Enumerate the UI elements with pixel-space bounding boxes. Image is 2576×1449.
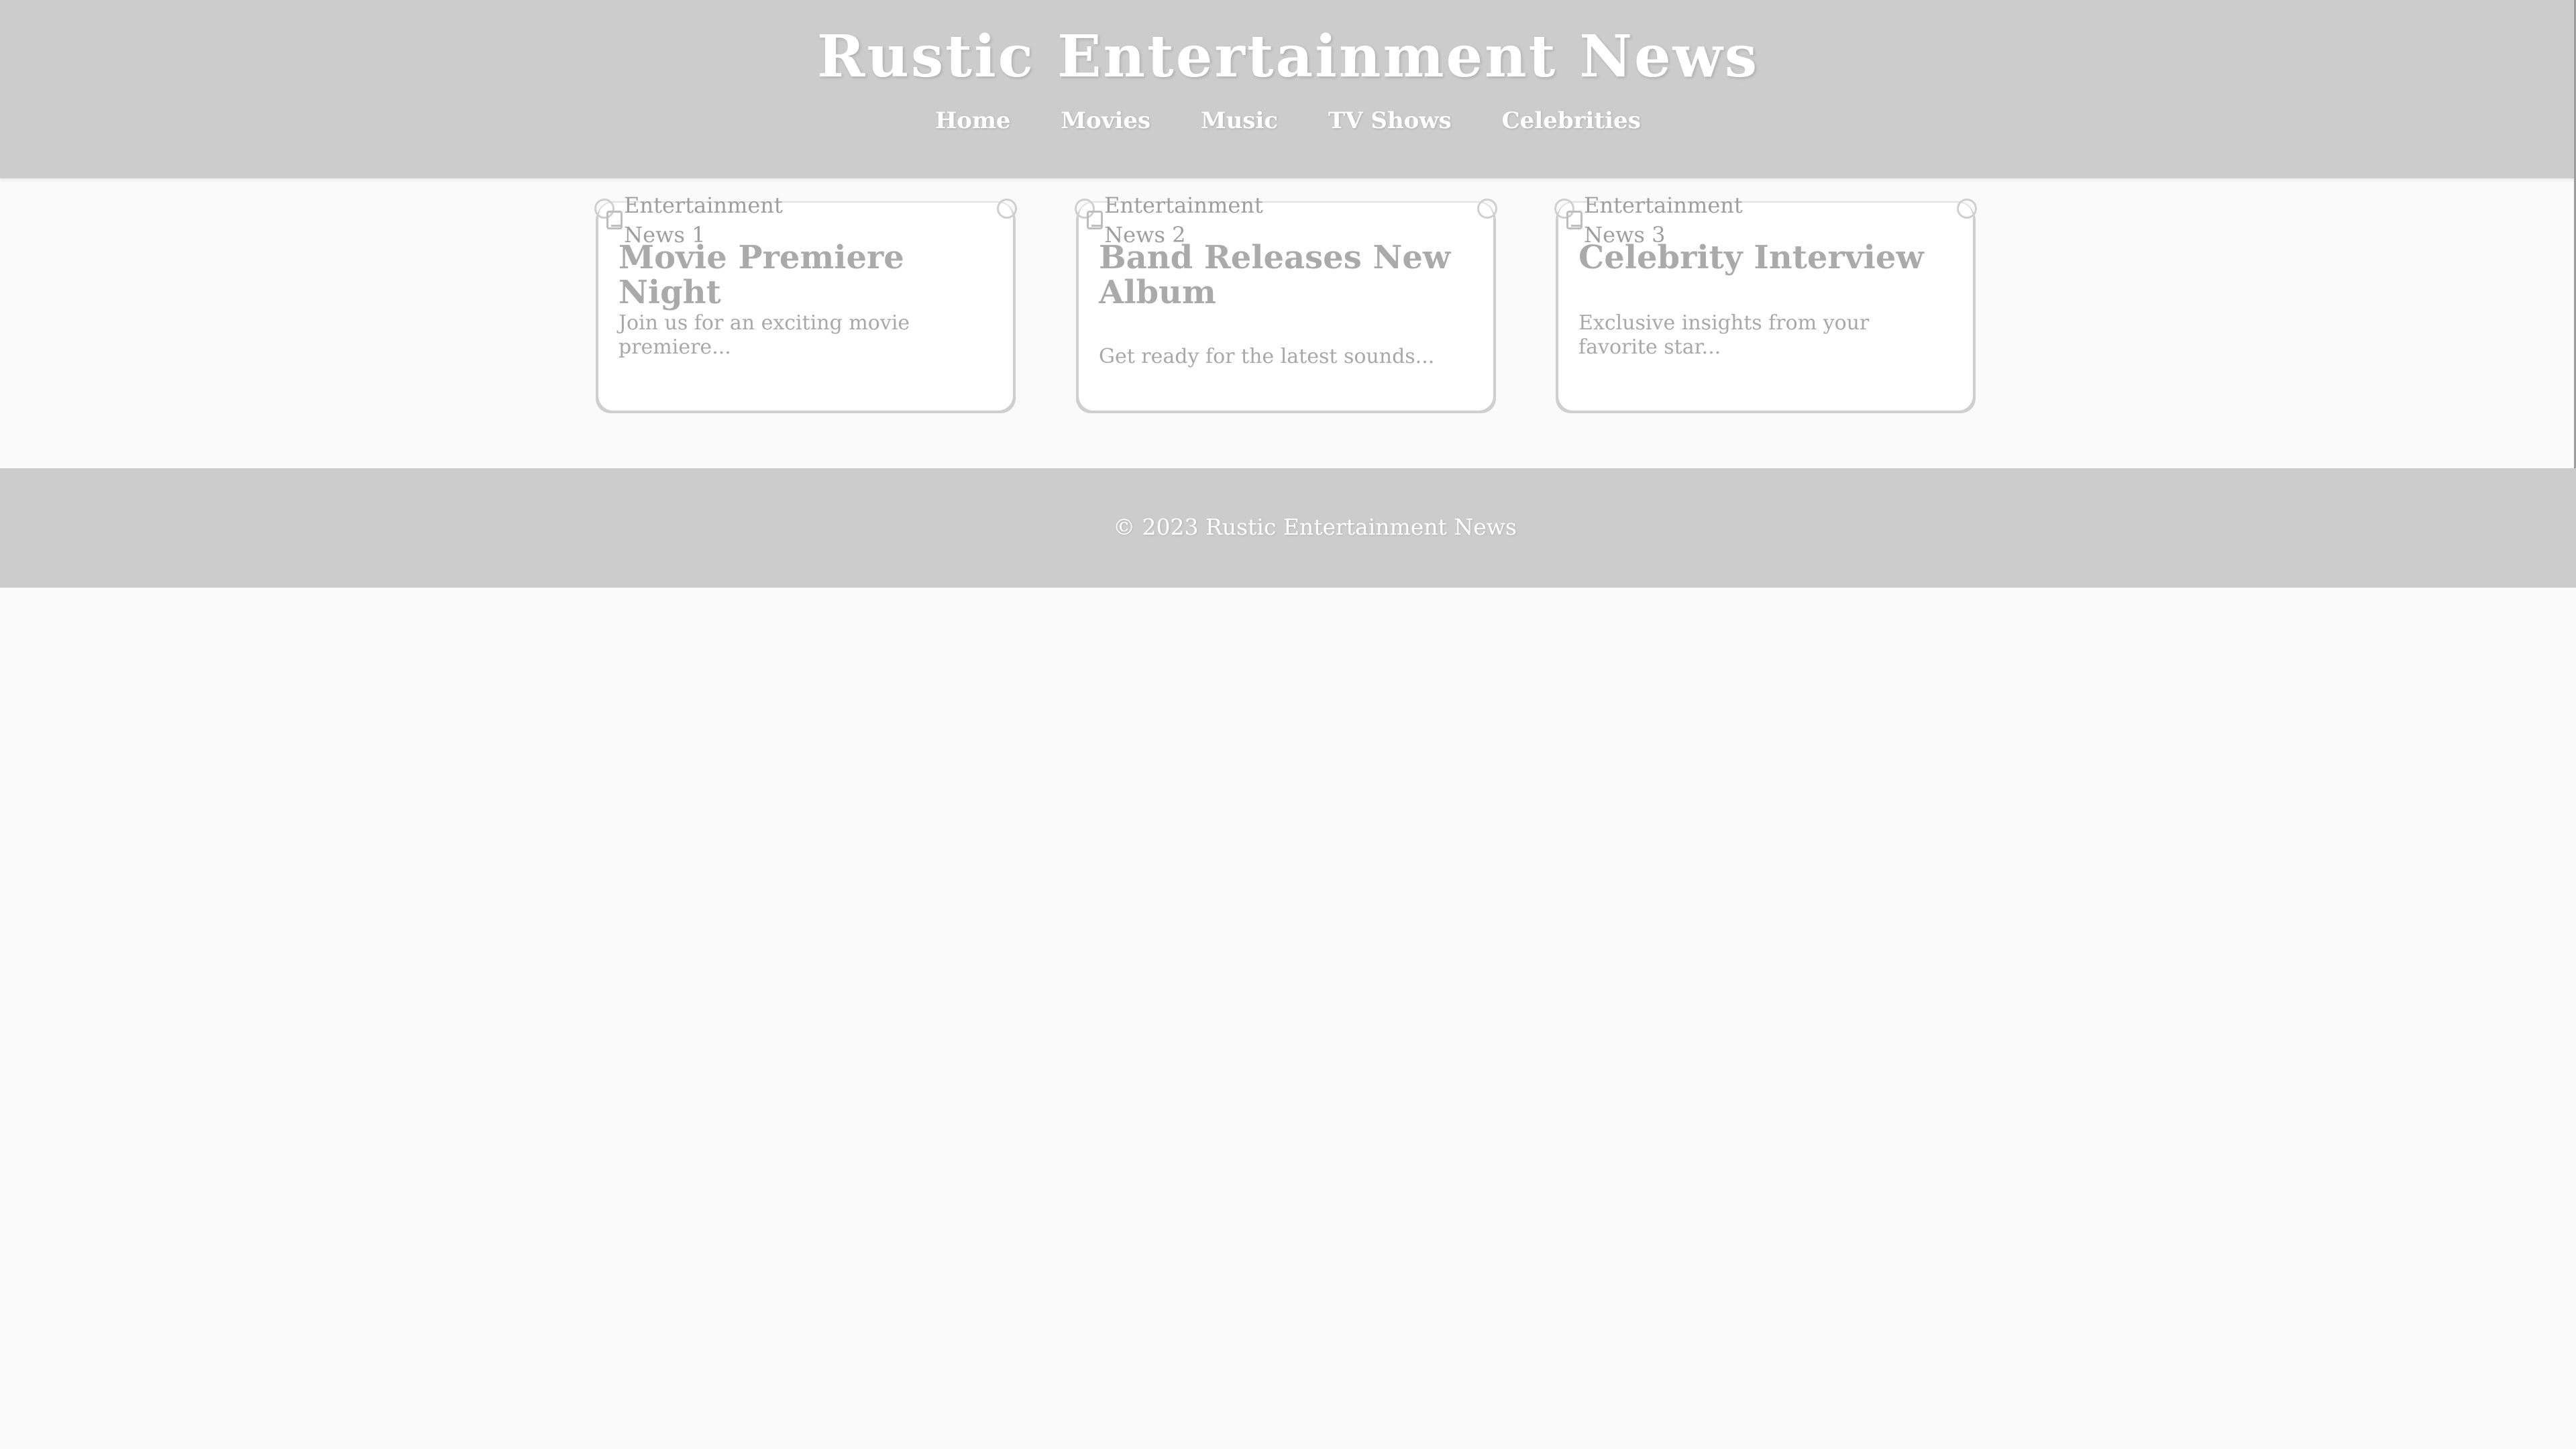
news-image-placeholder: Entertainment News 3	[1566, 193, 1788, 248]
card-title[interactable]: Movie Premiere Night	[619, 240, 994, 310]
site-footer: © 2023 Rustic Entertainment News	[0, 468, 2576, 588]
footer-copyright: © 2023 Rustic Entertainment News	[1113, 514, 1517, 540]
card-title[interactable]: Band Releases New Album	[1099, 240, 1474, 310]
news-card[interactable]: Entertainment News 2 Band Releases New A…	[1075, 193, 1497, 411]
news-image-placeholder: Entertainment News 1	[606, 193, 828, 248]
news-card[interactable]: Entertainment News 1 Movie Premiere Nigh…	[594, 193, 1017, 411]
broken-image-icon	[1566, 211, 1583, 229]
card-corner-decoration	[997, 199, 1017, 219]
card-description: Join us for an exciting movie premiere..…	[619, 311, 910, 359]
card-title[interactable]: Celebrity Interview	[1578, 240, 1954, 275]
news-card[interactable]: Entertainment News 3 Celebrity Interview…	[1554, 193, 1977, 411]
card-corner-decoration	[1477, 199, 1497, 219]
card-corner-decoration	[1957, 199, 1977, 219]
broken-image-icon	[1087, 211, 1104, 229]
card-description: Exclusive insights from your favorite st…	[1578, 311, 1870, 359]
card-description: Get ready for the latest sounds...	[1099, 345, 1435, 368]
broken-image-icon	[606, 211, 623, 229]
news-image-placeholder: Entertainment News 2	[1087, 193, 1308, 248]
news-card-grid: Entertainment News 1 Movie Premiere Nigh…	[0, 0, 2576, 470]
